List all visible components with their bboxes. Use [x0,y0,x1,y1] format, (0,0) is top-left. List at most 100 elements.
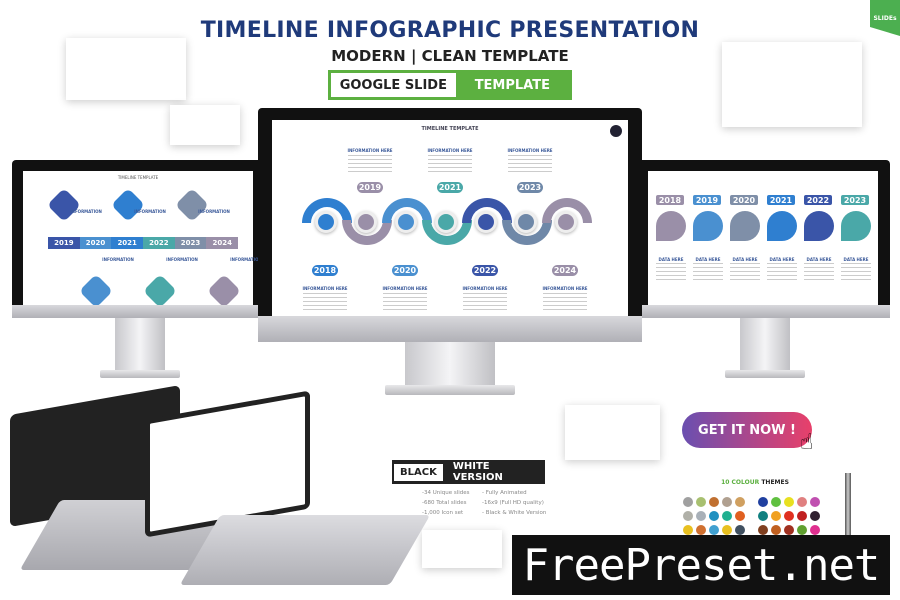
timeline-icon [79,274,113,308]
year-label: 2021 [437,182,463,193]
year-label: 2019 [357,182,383,193]
feature-item: -34 Unique slides [422,490,470,496]
colour-swatch [735,525,745,535]
colour-swatch [797,497,807,507]
timeline-icon [175,188,209,222]
monitor-stand [405,340,495,390]
monitor-stand [115,318,165,373]
timeline-bar: 2019 2020 2021 2022 2023 2024 [48,237,239,249]
year-label: 2020 [730,195,758,205]
colour-swatch [784,525,794,535]
info-text [303,293,347,311]
info-text [543,293,587,311]
black-white-version-banner: BLACK WHITE VERSION [392,460,545,484]
colour-swatch [696,497,706,507]
laptop-keyboard [179,515,431,585]
logo-icon [610,125,622,137]
timeline-icon [475,211,497,233]
colour-swatch [784,497,794,507]
year-segment: 2021 [111,237,144,249]
info-text [508,155,552,173]
feature-item: - Black & White Version [482,510,547,516]
year-label: 2018 [656,195,684,205]
features-left: -34 Unique slides -680 Total slides -1,0… [422,488,470,518]
timeline-icon [841,211,871,241]
feature-item: - Fully Animated [482,490,527,496]
info-heading: INFORMATION HERE [382,286,428,291]
info-heading: INFORMATION HERE [347,148,393,153]
colour-swatch [696,511,706,521]
colour-swatch [722,511,732,521]
themes-count: 10 [721,479,730,486]
timeline-icon [693,211,723,241]
colour-swatch [683,511,693,521]
info-text [804,263,834,281]
colour-swatch [696,525,706,535]
info-text [841,263,871,281]
timeline-icon [143,274,177,308]
colour-swatch [810,497,820,507]
year-segment: 2020 [79,237,112,249]
year-label: 2024 [552,265,578,276]
colour-swatch [810,525,820,535]
center-monitor-screen: TIMELINE TEMPLATE 2018 INFORMATION HERE 20… [272,120,628,316]
colour-swatch [683,525,693,535]
google-slide-banner: GOOGLE SLIDE TEMPLATE [328,70,572,100]
thumbnail-slide [66,38,186,100]
info-heading: INFORMATION [70,209,102,214]
monitor-stand [740,318,790,373]
year-segment: 2022 [143,237,175,249]
info-text [767,263,797,281]
year-label: 2022 [472,265,498,276]
year-label: 2023 [841,195,869,205]
colour-swatch [758,497,768,507]
timeline-icon [111,188,145,222]
thumbnail-slide [722,42,862,127]
slide-title: TIMELINE TEMPLATE [421,126,479,132]
features-right: - Fully Animated -16x9 (Full HD quality)… [482,488,546,518]
year-segment: 2024 [206,237,239,249]
template-label: TEMPLATE [455,73,569,97]
white-version-label: WHITE VERSION [452,461,503,483]
info-heading: INFORMATION [102,257,134,262]
info-text [383,293,427,311]
left-monitor-screen: TIMELINE TEMPLATE 2019 2020 2021 2022 2023 20… [23,171,262,308]
themes-colour: COLOUR [731,479,760,486]
year-label: 2022 [804,195,832,205]
hand-cursor-icon: ☝ [800,430,814,455]
pen-image [845,473,851,543]
timeline-icon [395,211,417,233]
colour-swatch [797,525,807,535]
timeline-icon [435,211,457,233]
colour-swatch [709,497,719,507]
right-monitor: 2018 DATA HERE 2019 DATA HERE 2020 DATA HERE 2… [638,160,890,318]
timeline-icon [656,211,686,241]
info-text [656,263,686,281]
right-monitor-screen: 2018 DATA HERE 2019 DATA HERE 2020 DATA HERE 2… [648,171,878,305]
year-label: 2020 [392,265,418,276]
info-heading: INFORMATION HERE [427,148,473,153]
info-heading: INFORMATION HERE [302,286,348,291]
colour-swatch [722,525,732,535]
info-heading: INFORMATION HERE [462,286,508,291]
colour-swatch [771,511,781,521]
thumbnail-slide [565,405,660,460]
feature-item: -16x9 (Full HD quality) [482,500,544,506]
info-heading: INFORMATION [198,209,230,214]
colour-swatch [771,525,781,535]
info-heading: INFORMATION HERE [507,148,553,153]
left-monitor: TIMELINE TEMPLATE 2019 2020 2021 2022 2023 20… [12,160,264,318]
colour-swatch [771,497,781,507]
info-heading: INFORMATION HERE [542,286,588,291]
colour-swatch [735,497,745,507]
get-it-now-button[interactable]: GET IT NOW ! [682,412,812,448]
timeline-icon [207,274,241,308]
center-monitor: TIMELINE TEMPLATE 2018 INFORMATION HERE 20… [258,108,642,342]
timeline-icon [730,211,760,241]
info-heading: INFORMATION [166,257,198,262]
colour-swatch [735,511,745,521]
year-segment: 2023 [174,237,207,249]
slide-title: TIMELINE TEMPLATE [117,175,159,180]
thumbnail-slide [422,530,502,568]
feature-item: -1,000 Icon set [422,510,464,516]
